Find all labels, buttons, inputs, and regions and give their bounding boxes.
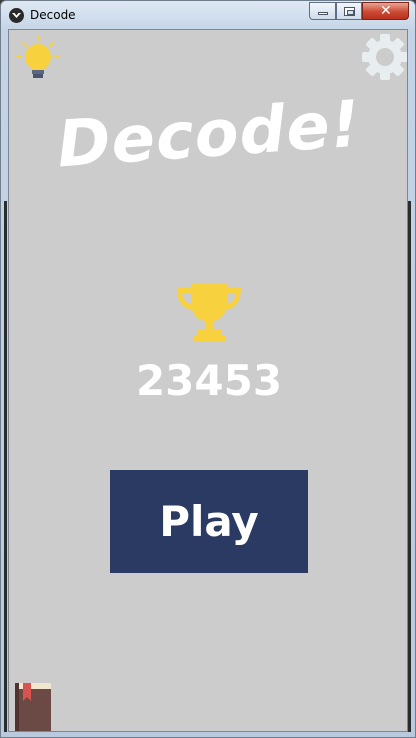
window-title: Decode bbox=[30, 8, 76, 22]
app-icon bbox=[9, 8, 24, 23]
lightbulb-icon[interactable] bbox=[15, 34, 61, 84]
maximize-button[interactable] bbox=[336, 2, 362, 20]
close-icon: ✕ bbox=[380, 3, 392, 19]
close-button[interactable]: ✕ bbox=[362, 2, 409, 20]
trophy-icon bbox=[173, 282, 245, 342]
minimize-button[interactable] bbox=[309, 2, 336, 20]
maximize-icon bbox=[344, 7, 355, 16]
window-border-left bbox=[4, 201, 7, 732]
book-icon[interactable] bbox=[15, 683, 51, 731]
play-button[interactable]: Play bbox=[110, 470, 308, 573]
game-logo: Decode! bbox=[54, 87, 364, 183]
game-screen: Decode! 23453 Play bbox=[8, 29, 408, 732]
minimize-icon bbox=[318, 12, 328, 15]
gear-icon[interactable] bbox=[360, 32, 407, 82]
high-score: 23453 bbox=[135, 356, 283, 405]
app-window: Decode ✕ Decode! 23453 Play bbox=[0, 0, 416, 738]
window-border-right bbox=[408, 201, 411, 732]
title-bar[interactable]: Decode ✕ bbox=[1, 1, 415, 29]
